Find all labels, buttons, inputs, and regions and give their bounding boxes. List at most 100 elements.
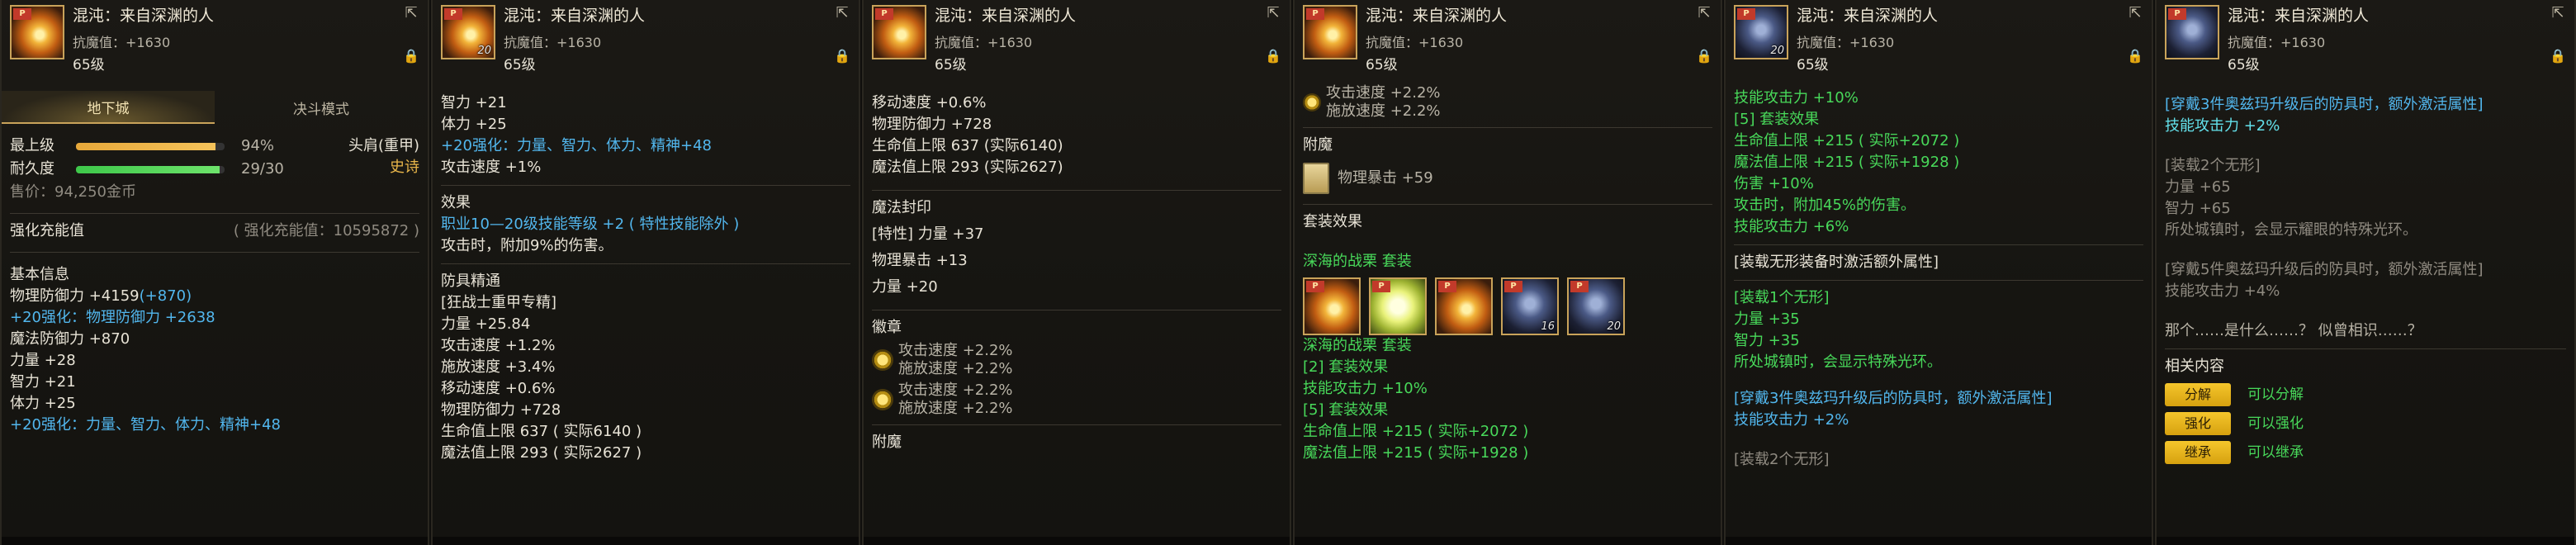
set-item-icon[interactable]: P: [1435, 277, 1493, 335]
tooltip-header: P 20 混沌：来自深渊的人 抗魔值：+1630 65级 ⇱ 🔒: [433, 0, 859, 81]
reinforce-label: 强化充能值: [10, 222, 84, 239]
ozma-5-value: 技能攻击力 +4%: [2165, 282, 2280, 300]
epic-badge: P: [1438, 281, 1456, 292]
invis-title: [装载无形装备时激活额外属性]: [1734, 254, 1939, 271]
emblem-atk: 攻击速度 +2.2%: [1326, 84, 1441, 102]
item-level: 65级: [1366, 57, 1398, 73]
durability-bar: [76, 166, 225, 173]
tooltip-header: P 混沌：来自深渊的人 抗魔值：+1630 65级 ⇱ 🔒: [864, 0, 1290, 81]
item-resist: 抗魔值：+1630: [73, 35, 171, 50]
share-icon[interactable]: ⇱: [2127, 5, 2143, 21]
epic-badge: P: [875, 8, 893, 20]
share-icon[interactable]: ⇱: [403, 5, 419, 21]
mag-def: 魔法防御力 +870: [10, 330, 130, 348]
item-title: 混沌：来自深渊的人: [1366, 7, 1508, 25]
set-item-icon[interactable]: P 20: [1567, 277, 1625, 335]
invis-2-title: [装载2个无形]: [1734, 451, 1830, 468]
invis-1-int: 智力 +35: [1734, 332, 1800, 349]
set-item-count: 20: [1607, 320, 1621, 333]
set-item-icon[interactable]: P: [1369, 277, 1427, 335]
item-tooltip-panel-3: P 混沌：来自深渊的人 抗魔值：+1630 65级 ⇱ 🔒 移动速度 +0.6%…: [862, 0, 1291, 545]
item-level: 65级: [504, 57, 536, 73]
refine-phys: 物理防御力 +728: [441, 401, 561, 419]
set-5-mp: 魔法值上限 +215 ( 实际+1928 ): [1303, 444, 1529, 462]
item-tooltip-panel-4: P 混沌：来自深渊的人 抗魔值：+1630 65级 ⇱ 🔒 攻击速度 +2.2%…: [1293, 0, 1722, 545]
grade-pct: 94%: [241, 137, 275, 154]
refine-sub: [狂战士重甲专精]: [441, 294, 557, 311]
lock-icon[interactable]: 🔒: [1265, 48, 1281, 66]
epic-badge: P: [2168, 8, 2186, 20]
basic-info-title: 基本信息: [10, 266, 69, 283]
lock-icon[interactable]: 🔒: [1696, 48, 1712, 66]
enchant-card-icon: [1303, 163, 1329, 194]
invis-2-title: [装载2个无形]: [2165, 157, 2261, 174]
seal-title: 魔法封印: [872, 199, 931, 216]
invis-2-str: 力量 +65: [2165, 178, 2231, 196]
emblem1-atk: 攻击速度 +2.2%: [898, 342, 1013, 359]
set-item-icon[interactable]: P: [1303, 277, 1361, 335]
grade-bar: [76, 143, 225, 150]
related-title: 相关内容: [2165, 358, 2224, 375]
seal-line-2: 物理暴击 +13: [872, 252, 968, 269]
tooltip-header: P 混沌：来自深渊的人 抗魔值：+1630 65级 ⇱ 🔒: [2157, 0, 2574, 81]
set-line: 技能攻击力 +6%: [1734, 218, 1849, 235]
enchant-title: 附魔: [1303, 136, 1333, 154]
invis-2-aura: 所处城镇时，会显示耀眼的特殊光环。: [2165, 221, 2417, 239]
ozma-3-value: 技能攻击力 +2%: [2165, 117, 2280, 135]
item-resist: 抗魔值：+1630: [935, 35, 1033, 50]
lock-icon[interactable]: 🔒: [403, 48, 419, 66]
item-resist: 抗魔值：+1630: [504, 35, 602, 50]
emblem-socket-icon: [1303, 93, 1321, 111]
share-icon[interactable]: ⇱: [834, 5, 850, 21]
set-item-icon[interactable]: P 16: [1501, 277, 1559, 335]
enh-stats: +20强化：力量、智力、体力、精神+48: [441, 137, 712, 154]
item-level: 65级: [2228, 57, 2260, 73]
tab-pvp[interactable]: 决斗模式: [215, 91, 428, 124]
stat-vit: 体力 +25: [10, 395, 76, 412]
refine-hp: 生命值上限 637 ( 实际6140 ): [441, 423, 642, 440]
enchant-title: 附魔: [872, 434, 902, 451]
item-tooltip-panel-5: P 20 混沌：来自深渊的人 抗魔值：+1630 65级 ⇱ 🔒 技能攻击力 +1…: [1724, 0, 2153, 545]
mp-max: 魔法值上限 293 (实际2627): [872, 159, 1063, 176]
lock-icon[interactable]: 🔒: [834, 48, 850, 66]
refine-atk: 攻击速度 +1.2%: [441, 337, 556, 354]
set-line: 技能攻击力 +10%: [1734, 89, 1859, 107]
reinforce-value: ( 强化充能值：10595872 ): [233, 222, 419, 239]
flavor-text: 那个……是什么……？ 似曾相识……？: [2165, 322, 2422, 339]
inherit-button[interactable]: 继承: [2165, 441, 2231, 464]
durability-value: 29/30: [241, 160, 284, 178]
stat-str: 力量 +28: [10, 352, 76, 369]
ozma-3-title: [穿戴3件奥兹玛升级后的防具时，额外激活属性]: [2165, 96, 2484, 113]
share-icon[interactable]: ⇱: [1265, 5, 1281, 21]
set-name: 深海的战栗 套装: [1303, 253, 1412, 270]
move-speed: 移动速度 +0.6%: [872, 94, 987, 111]
share-icon[interactable]: ⇱: [2550, 5, 2566, 21]
epic-badge: P: [1372, 281, 1390, 292]
enhance-note: 可以强化: [2247, 415, 2304, 432]
phys-def-bonus: (+870): [139, 287, 192, 305]
thumb-count: 20: [1770, 45, 1784, 57]
lock-icon[interactable]: 🔒: [2550, 48, 2566, 66]
disassemble-note: 可以分解: [2247, 386, 2304, 403]
emblem-socket-icon: [872, 349, 893, 371]
enhance-button[interactable]: 强化: [2165, 412, 2231, 435]
item-level: 65级: [1797, 57, 1829, 73]
item-thumbnail: P 20: [1734, 5, 1788, 59]
hp-max: 生命值上限 637 (实际6140): [872, 137, 1063, 154]
set-2-line: 技能攻击力 +10%: [1303, 380, 1428, 397]
stat-vit: 体力 +25: [441, 116, 507, 133]
epic-badge: P: [444, 8, 462, 20]
lock-icon[interactable]: 🔒: [2127, 48, 2143, 66]
disassemble-button[interactable]: 分解: [2165, 383, 2231, 406]
stat-int: 智力 +21: [441, 94, 507, 111]
phys-def: 物理防御力 +4159: [10, 287, 140, 305]
item-thumbnail: P: [1303, 5, 1357, 59]
item-resist: 抗魔值：+1630: [1797, 35, 1895, 50]
set-line: [5] 套装效果: [1734, 111, 1820, 128]
refine-mp: 魔法值上限 293 ( 实际2627 ): [441, 444, 642, 462]
epic-badge: P: [1306, 8, 1324, 20]
epic-badge: P: [1504, 281, 1522, 292]
share-icon[interactable]: ⇱: [1696, 5, 1712, 21]
tab-dungeon[interactable]: 地下城: [2, 91, 215, 124]
item-title: 混沌：来自深渊的人: [935, 7, 1077, 25]
